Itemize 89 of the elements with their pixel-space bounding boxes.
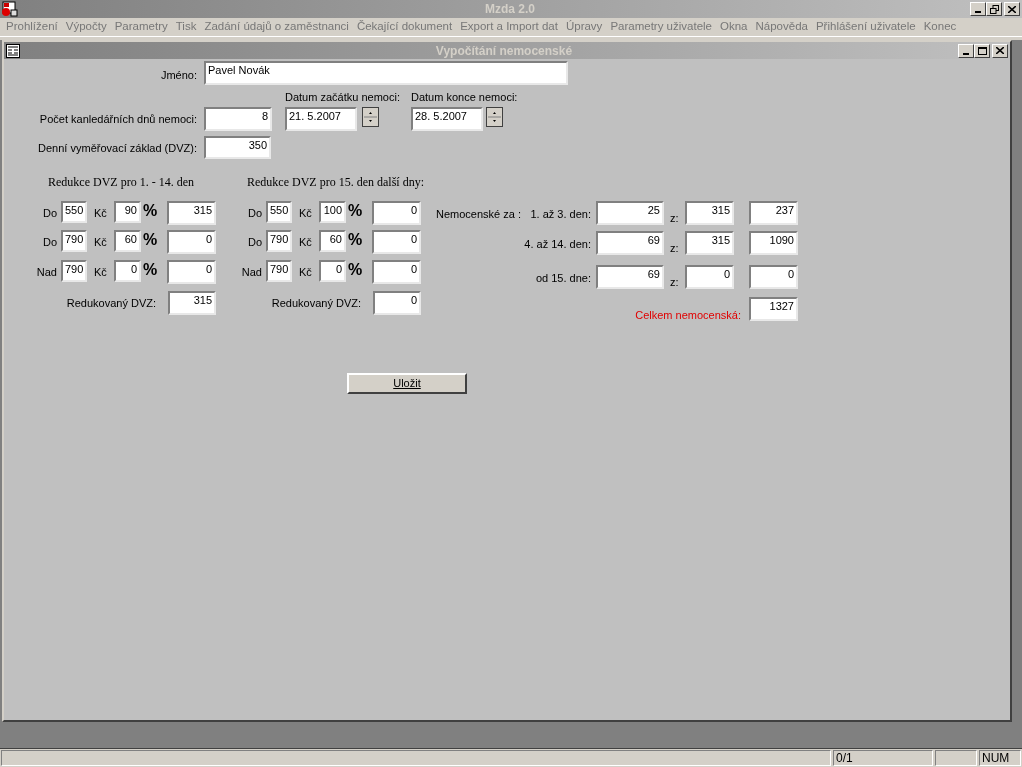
section-title: Redukce DVZ pro 15. den další dny: <box>247 175 424 189</box>
percent-sign: % <box>143 204 158 218</box>
minimize-icon <box>975 11 981 13</box>
rate-field[interactable]: 69 <box>596 265 664 289</box>
field-label: Do <box>42 206 57 220</box>
field-label: z: <box>670 275 679 289</box>
form-icon <box>6 43 20 58</box>
status-panel <box>935 750 977 766</box>
field-label: 4. až 14. den: <box>524 237 591 251</box>
field-label: Datum začátku nemoci: <box>285 90 400 104</box>
result-field[interactable]: 0 <box>373 291 421 315</box>
result-field[interactable]: 315 <box>168 291 216 315</box>
field-label: Kč <box>94 265 107 279</box>
total-field[interactable]: 1327 <box>749 297 798 321</box>
percent-sign: % <box>143 263 158 277</box>
name-field[interactable]: Pavel Novák <box>204 61 568 85</box>
limit-field[interactable]: 790 <box>61 230 87 252</box>
rate-field[interactable]: 69 <box>596 231 664 255</box>
base-field[interactable]: 315 <box>685 201 734 225</box>
percent-sign: % <box>348 233 363 247</box>
field-label: z: <box>670 211 679 225</box>
field-label: Počet kanledářních dnů nemoci: <box>39 112 197 126</box>
percent-field[interactable]: 100 <box>319 201 346 223</box>
field-label: Do <box>247 235 262 249</box>
limit-field[interactable]: 550 <box>266 201 292 223</box>
base-field[interactable]: 315 <box>685 231 734 255</box>
result-field[interactable]: 315 <box>167 201 216 225</box>
save-button[interactable]: Uložit <box>347 373 467 394</box>
status-text: NUM <box>979 750 1021 766</box>
amount-field[interactable]: 0 <box>749 265 798 289</box>
field-label: Jméno: <box>160 68 197 82</box>
field-label: Kč <box>94 206 107 220</box>
percent-sign: % <box>348 204 363 218</box>
close-icon <box>1008 5 1016 13</box>
percent-field[interactable]: 90 <box>114 201 141 223</box>
result-field[interactable]: 0 <box>372 201 421 225</box>
limit-field[interactable]: 550 <box>61 201 87 223</box>
field-label: Kč <box>299 206 312 220</box>
percent-field[interactable]: 0 <box>319 260 346 282</box>
close-button[interactable] <box>992 43 1008 58</box>
limit-field[interactable]: 790 <box>61 260 87 282</box>
field-label: Nemocenské za : <box>436 207 521 221</box>
field-label: Redukovaný DVZ: <box>66 296 156 310</box>
field-label: Kč <box>299 265 312 279</box>
close-button[interactable] <box>1004 2 1020 16</box>
status-text: 0/1 <box>833 750 933 766</box>
field-label: 1. až 3. den: <box>530 207 591 221</box>
percent-field[interactable]: 60 <box>114 230 141 252</box>
spin-button[interactable] <box>486 107 503 127</box>
limit-field[interactable]: 790 <box>266 260 292 282</box>
field-label: Nad <box>36 265 57 279</box>
restore-button[interactable] <box>986 2 1002 16</box>
percent-field[interactable]: 60 <box>319 230 346 252</box>
percent-sign: % <box>348 263 363 277</box>
total-label: Celkem nemocenská: <box>635 308 741 322</box>
close-icon <box>996 47 1004 54</box>
input-field[interactable]: 8 <box>204 107 272 131</box>
restore-icon <box>989 4 999 14</box>
field-label: od 15. dne: <box>535 271 591 285</box>
result-field[interactable]: 0 <box>372 260 421 284</box>
minimize-button[interactable] <box>970 2 986 16</box>
field-label: Do <box>247 206 262 220</box>
date-field[interactable]: 28. 5.2007 <box>411 107 483 131</box>
field-label: Kč <box>94 235 107 249</box>
rate-field[interactable]: 25 <box>596 201 664 225</box>
field-label: Do <box>42 235 57 249</box>
field-label: Kč <box>299 235 312 249</box>
date-field[interactable]: 21. 5.2007 <box>285 107 357 131</box>
result-field[interactable]: 0 <box>372 230 421 254</box>
minimize-button[interactable] <box>958 43 974 58</box>
amount-field[interactable]: 1090 <box>749 231 798 255</box>
base-field[interactable]: 0 <box>685 265 734 289</box>
field-label: Denní vyměřovací základ (DVZ): <box>38 141 197 155</box>
limit-field[interactable]: 790 <box>266 230 292 252</box>
spin-button[interactable] <box>362 107 379 127</box>
minimize-icon <box>963 52 969 55</box>
maximize-button[interactable] <box>974 43 990 58</box>
result-field[interactable]: 0 <box>167 230 216 254</box>
percent-sign: % <box>143 233 158 247</box>
section-title: Redukce DVZ pro 1. - 14. den <box>48 175 194 189</box>
input-field[interactable]: 350 <box>204 136 271 159</box>
field-label: Redukovaný DVZ: <box>271 296 361 310</box>
amount-field[interactable]: 237 <box>749 201 798 225</box>
field-label: z: <box>670 241 679 255</box>
field-label: Nad <box>241 265 262 279</box>
result-field[interactable]: 0 <box>167 260 216 284</box>
maximize-icon <box>977 46 987 55</box>
field-label: Datum konce nemoci: <box>411 90 518 104</box>
percent-field[interactable]: 0 <box>114 260 141 282</box>
